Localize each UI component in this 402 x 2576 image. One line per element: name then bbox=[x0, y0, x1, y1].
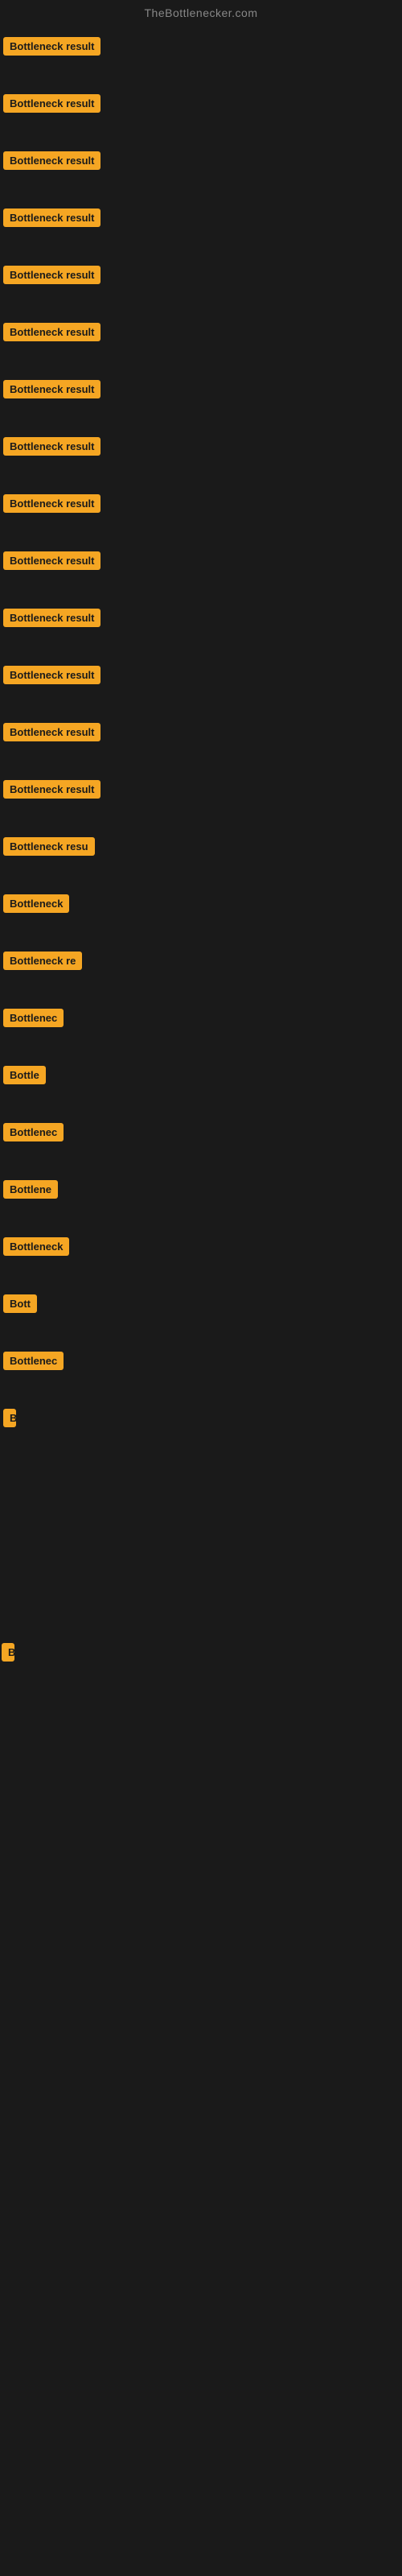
bottleneck-item-0: Bottleneck result bbox=[2, 31, 402, 62]
far-bottleneck-badge: B bbox=[2, 1643, 14, 1662]
bottleneck-badge-12: Bottleneck result bbox=[3, 723, 100, 741]
bottleneck-badge-13: Bottleneck result bbox=[3, 780, 100, 799]
bottleneck-badge-19: Bottlenec bbox=[3, 1123, 64, 1141]
bottleneck-item-13: Bottleneck result bbox=[2, 774, 402, 805]
bottleneck-badge-4: Bottleneck result bbox=[3, 266, 100, 284]
bottleneck-badge-22: Bott bbox=[3, 1294, 37, 1313]
bottleneck-badge-9: Bottleneck result bbox=[3, 551, 100, 570]
bottleneck-item-15: Bottleneck bbox=[2, 888, 402, 919]
site-header: TheBottlenecker.com bbox=[0, 0, 402, 27]
item-spacer-24 bbox=[2, 1434, 402, 1459]
item-spacer-18 bbox=[2, 1091, 402, 1117]
bottleneck-item-10: Bottleneck result bbox=[2, 602, 402, 634]
bottleneck-item-7: Bottleneck result bbox=[2, 431, 402, 462]
bottleneck-badge-5: Bottleneck result bbox=[3, 323, 100, 341]
bottleneck-badge-1: Bottleneck result bbox=[3, 94, 100, 113]
bottleneck-item-9: Bottleneck result bbox=[2, 545, 402, 576]
item-spacer-9 bbox=[2, 576, 402, 602]
bottleneck-badge-17: Bottlenec bbox=[3, 1009, 64, 1027]
bottleneck-item-5: Bottleneck result bbox=[2, 316, 402, 348]
spacer-3 bbox=[0, 1845, 402, 2022]
item-spacer-13 bbox=[2, 805, 402, 831]
bottleneck-badge-2: Bottleneck result bbox=[3, 151, 100, 170]
bottleneck-badge-21: Bottleneck bbox=[3, 1237, 69, 1256]
bottleneck-item-24: B bbox=[2, 1402, 402, 1434]
bottleneck-badge-10: Bottleneck result bbox=[3, 609, 100, 627]
bottleneck-badge-6: Bottleneck result bbox=[3, 380, 100, 398]
bottleneck-item-14: Bottleneck resu bbox=[2, 831, 402, 862]
item-spacer-22 bbox=[2, 1319, 402, 1345]
bottleneck-item-22: Bott bbox=[2, 1288, 402, 1319]
bottleneck-item-19: Bottlenec bbox=[2, 1117, 402, 1148]
bottleneck-item-3: Bottleneck result bbox=[2, 202, 402, 233]
bottleneck-item-20: Bottlene bbox=[2, 1174, 402, 1205]
item-spacer-6 bbox=[2, 405, 402, 431]
bottleneck-item-17: Bottlenec bbox=[2, 1002, 402, 1034]
bottleneck-item-18: Bottle bbox=[2, 1059, 402, 1091]
bottleneck-item-4: Bottleneck result bbox=[2, 259, 402, 291]
spacer-2 bbox=[0, 1668, 402, 1845]
site-title: TheBottlenecker.com bbox=[144, 6, 257, 19]
item-spacer-21 bbox=[2, 1262, 402, 1288]
bottleneck-badge-3: Bottleneck result bbox=[3, 208, 100, 227]
item-spacer-23 bbox=[2, 1377, 402, 1402]
bottleneck-item-1: Bottleneck result bbox=[2, 88, 402, 119]
item-spacer-10 bbox=[2, 634, 402, 659]
far-bottleneck-item: B bbox=[0, 1637, 402, 1668]
bottleneck-badge-15: Bottleneck bbox=[3, 894, 69, 913]
spacer-1 bbox=[0, 1459, 402, 1637]
bottleneck-item-11: Bottleneck result bbox=[2, 659, 402, 691]
bottleneck-badge-16: Bottleneck re bbox=[3, 952, 82, 970]
item-spacer-16 bbox=[2, 976, 402, 1002]
bottleneck-badge-0: Bottleneck result bbox=[3, 37, 100, 56]
item-spacer-3 bbox=[2, 233, 402, 259]
spacer-4 bbox=[0, 2022, 402, 2199]
bottleneck-badge-11: Bottleneck result bbox=[3, 666, 100, 684]
item-spacer-19 bbox=[2, 1148, 402, 1174]
bottleneck-badge-14: Bottleneck resu bbox=[3, 837, 95, 856]
bottleneck-item-16: Bottleneck re bbox=[2, 945, 402, 976]
bottleneck-item-2: Bottleneck result bbox=[2, 145, 402, 176]
item-spacer-7 bbox=[2, 462, 402, 488]
item-spacer-17 bbox=[2, 1034, 402, 1059]
item-spacer-5 bbox=[2, 348, 402, 374]
item-spacer-15 bbox=[2, 919, 402, 945]
bottleneck-item-12: Bottleneck result bbox=[2, 716, 402, 748]
bottleneck-item-6: Bottleneck result bbox=[2, 374, 402, 405]
item-spacer-4 bbox=[2, 291, 402, 316]
item-spacer-14 bbox=[2, 862, 402, 888]
item-spacer-12 bbox=[2, 748, 402, 774]
bottleneck-badge-20: Bottlene bbox=[3, 1180, 58, 1199]
item-spacer-11 bbox=[2, 691, 402, 716]
bottleneck-badge-18: Bottle bbox=[3, 1066, 46, 1084]
bottleneck-badge-7: Bottleneck result bbox=[3, 437, 100, 456]
bottleneck-badge-8: Bottleneck result bbox=[3, 494, 100, 513]
bottleneck-item-23: Bottlenec bbox=[2, 1345, 402, 1377]
item-spacer-1 bbox=[2, 119, 402, 145]
bottleneck-badge-23: Bottlenec bbox=[3, 1352, 64, 1370]
bottleneck-item-8: Bottleneck result bbox=[2, 488, 402, 519]
item-spacer-2 bbox=[2, 176, 402, 202]
bottleneck-badge-24: B bbox=[3, 1409, 16, 1427]
items-container: Bottleneck result Bottleneck result Bottle… bbox=[0, 27, 402, 1459]
item-spacer-0 bbox=[2, 62, 402, 88]
item-spacer-20 bbox=[2, 1205, 402, 1231]
item-spacer-8 bbox=[2, 519, 402, 545]
bottleneck-item-21: Bottleneck bbox=[2, 1231, 402, 1262]
